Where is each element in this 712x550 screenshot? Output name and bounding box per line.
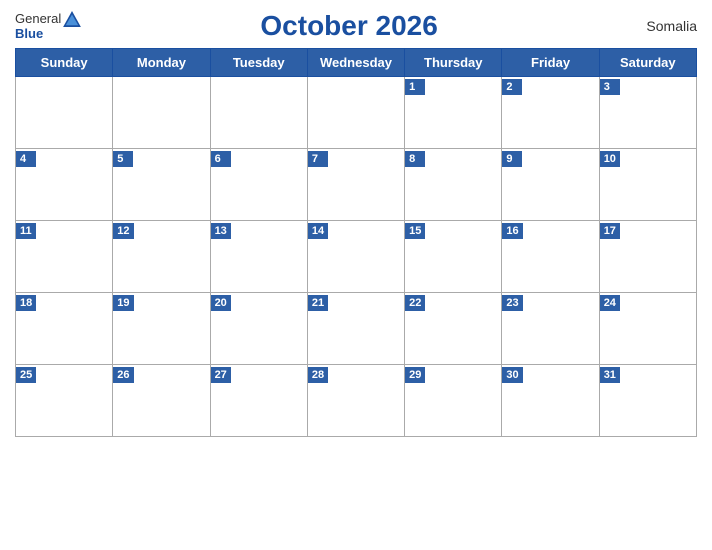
date-number: 2	[502, 79, 522, 95]
header-sunday: Sunday	[16, 49, 113, 77]
calendar-cell: 15	[405, 221, 502, 293]
header-tuesday: Tuesday	[210, 49, 307, 77]
calendar-cell: 26	[113, 365, 210, 437]
calendar-cell: 10	[599, 149, 696, 221]
header-saturday: Saturday	[599, 49, 696, 77]
logo-blue: Blue	[15, 27, 43, 41]
date-number: 11	[16, 223, 36, 239]
calendar-cell: 30	[502, 365, 599, 437]
calendar-cell	[307, 77, 404, 149]
date-number: 27	[211, 367, 231, 383]
date-number: 15	[405, 223, 425, 239]
calendar-table: Sunday Monday Tuesday Wednesday Thursday…	[15, 48, 697, 437]
date-number: 21	[308, 295, 328, 311]
logo-general: General	[15, 12, 61, 26]
date-number: 23	[502, 295, 522, 311]
calendar-week-row: 4 5 6 7 8 9 10	[16, 149, 697, 221]
calendar-cell: 24	[599, 293, 696, 365]
calendar-cell: 12	[113, 221, 210, 293]
calendar-week-row: 18 19 20 21 22 23 24	[16, 293, 697, 365]
header-thursday: Thursday	[405, 49, 502, 77]
calendar-cell: 7	[307, 149, 404, 221]
calendar-cell: 27	[210, 365, 307, 437]
calendar-cell: 21	[307, 293, 404, 365]
logo: General Blue	[15, 11, 81, 41]
calendar-cell: 28	[307, 365, 404, 437]
calendar-cell: 2	[502, 77, 599, 149]
calendar-cell: 17	[599, 221, 696, 293]
calendar-page: General Blue October 2026 Somalia Sunday…	[0, 0, 712, 550]
date-number: 25	[16, 367, 36, 383]
calendar-title: October 2026	[81, 10, 617, 42]
calendar-cell	[16, 77, 113, 149]
calendar-cell: 22	[405, 293, 502, 365]
calendar-week-row: 11 12 13 14 15 16 17	[16, 221, 697, 293]
date-number: 7	[308, 151, 328, 167]
calendar-cell: 31	[599, 365, 696, 437]
header-friday: Friday	[502, 49, 599, 77]
date-number: 29	[405, 367, 425, 383]
date-number: 26	[113, 367, 133, 383]
calendar-cell: 13	[210, 221, 307, 293]
date-number: 3	[600, 79, 620, 95]
date-number: 6	[211, 151, 231, 167]
calendar-cell: 8	[405, 149, 502, 221]
days-header-row: Sunday Monday Tuesday Wednesday Thursday…	[16, 49, 697, 77]
header-monday: Monday	[113, 49, 210, 77]
calendar-cell: 25	[16, 365, 113, 437]
calendar-cell: 18	[16, 293, 113, 365]
calendar-cell: 4	[16, 149, 113, 221]
calendar-cell: 16	[502, 221, 599, 293]
country-label: Somalia	[617, 18, 697, 34]
calendar-cell: 9	[502, 149, 599, 221]
date-number: 8	[405, 151, 425, 167]
date-number: 28	[308, 367, 328, 383]
calendar-week-row: 25 26 27 28 29 30 31	[16, 365, 697, 437]
calendar-cell: 3	[599, 77, 696, 149]
calendar-cell: 11	[16, 221, 113, 293]
date-number: 4	[16, 151, 36, 167]
date-number: 17	[600, 223, 620, 239]
calendar-cell: 20	[210, 293, 307, 365]
logo-icon	[63, 11, 81, 27]
date-number: 18	[16, 295, 36, 311]
date-number: 5	[113, 151, 133, 167]
calendar-header: General Blue October 2026 Somalia	[15, 10, 697, 42]
calendar-cell: 5	[113, 149, 210, 221]
calendar-cell: 14	[307, 221, 404, 293]
calendar-cell: 23	[502, 293, 599, 365]
date-number: 1	[405, 79, 425, 95]
calendar-cell	[113, 77, 210, 149]
date-number: 24	[600, 295, 620, 311]
calendar-cell: 29	[405, 365, 502, 437]
date-number: 12	[113, 223, 133, 239]
calendar-cell: 19	[113, 293, 210, 365]
calendar-body: 1234567891011121314151617181920212223242…	[16, 77, 697, 437]
calendar-week-row: 1 2 3	[16, 77, 697, 149]
calendar-cell	[210, 77, 307, 149]
date-number: 14	[308, 223, 328, 239]
calendar-cell: 6	[210, 149, 307, 221]
date-number: 9	[502, 151, 522, 167]
date-number: 30	[502, 367, 522, 383]
date-number: 19	[113, 295, 133, 311]
calendar-cell: 1	[405, 77, 502, 149]
date-number: 31	[600, 367, 620, 383]
header-wednesday: Wednesday	[307, 49, 404, 77]
date-number: 13	[211, 223, 231, 239]
date-number: 22	[405, 295, 425, 311]
date-number: 20	[211, 295, 231, 311]
date-number: 16	[502, 223, 522, 239]
date-number: 10	[600, 151, 620, 167]
